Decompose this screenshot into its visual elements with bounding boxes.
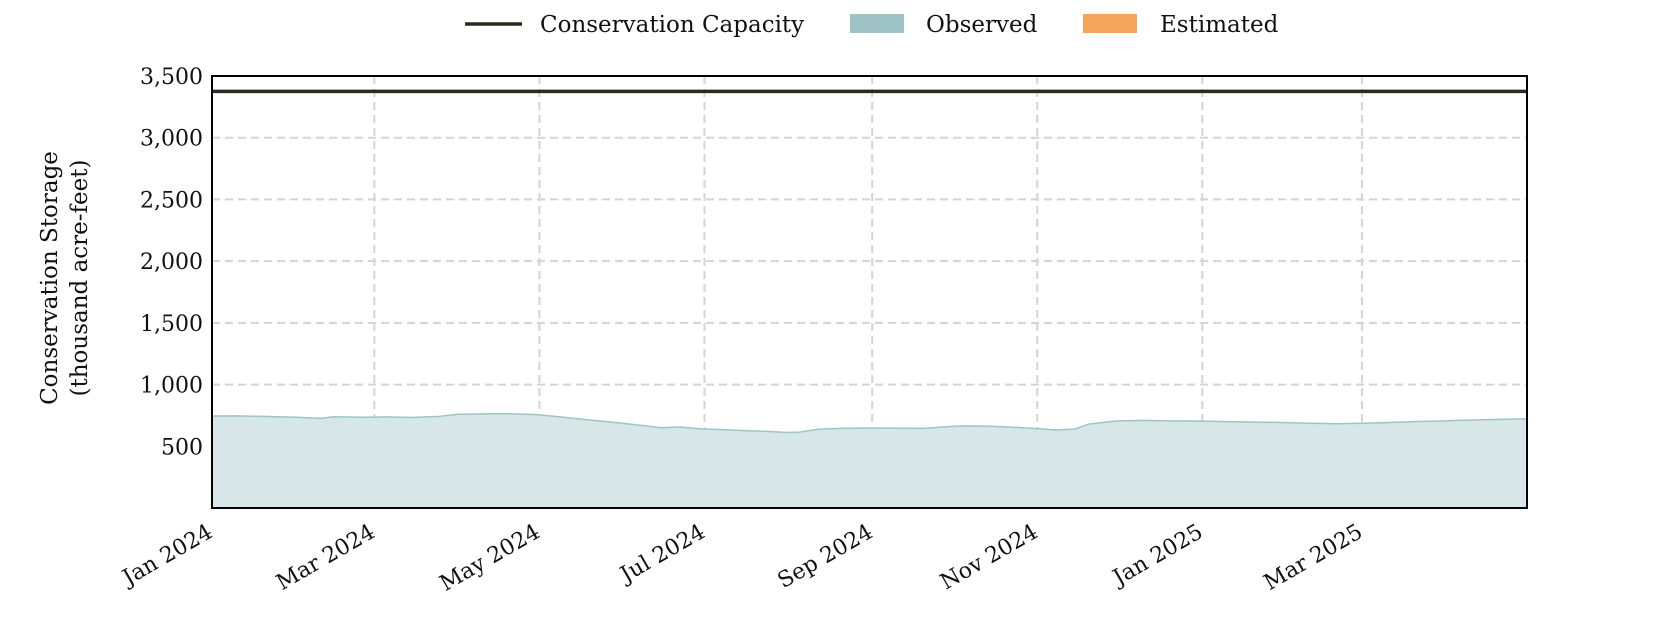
x-tick-label: Jul 2024 [615, 520, 710, 589]
x-tick-label: Mar 2024 [272, 520, 379, 596]
legend-label-observed: Observed [926, 12, 1038, 38]
y-axis-title-line2: (thousand acre-feet) [67, 160, 93, 397]
y-tick-label: 2,000 [140, 250, 203, 275]
y-tick-label: 1,000 [140, 374, 203, 399]
storage-chart: Conservation Capacity Observed Estimated… [37, 12, 1528, 597]
x-axis-ticks: Jan 2024 Mar 2024 May 2024 Jul 2024 Sep 2024… [117, 520, 1367, 597]
legend: Conservation Capacity Observed Estimated [465, 12, 1279, 38]
x-tick-label: Sep 2024 [774, 520, 878, 594]
y-tick-label: 500 [161, 435, 203, 460]
y-axis-ticks: 500 1,000 1,500 2,000 2,500 3,000 3,500 [140, 65, 203, 460]
legend-label-estimated: Estimated [1160, 12, 1279, 38]
x-tick-label: May 2024 [436, 520, 545, 597]
legend-swatch-observed [850, 14, 904, 33]
plot-area [211, 75, 1528, 509]
y-tick-label: 3,000 [140, 127, 203, 152]
x-tick-label: Mar 2025 [1260, 520, 1367, 596]
legend-label-capacity: Conservation Capacity [540, 12, 804, 38]
y-tick-label: 2,500 [140, 188, 203, 213]
y-tick-label: 1,500 [140, 312, 203, 337]
y-axis-title-line1: Conservation Storage [37, 151, 63, 405]
x-tick-label: Jan 2024 [117, 520, 217, 592]
x-tick-label: Jan 2025 [1107, 520, 1207, 592]
y-axis-title: Conservation Storage (thousand acre-feet… [37, 151, 93, 405]
y-tick-label: 3,500 [140, 65, 203, 90]
x-tick-label: Nov 2024 [936, 520, 1042, 596]
legend-swatch-estimated [1083, 14, 1137, 33]
